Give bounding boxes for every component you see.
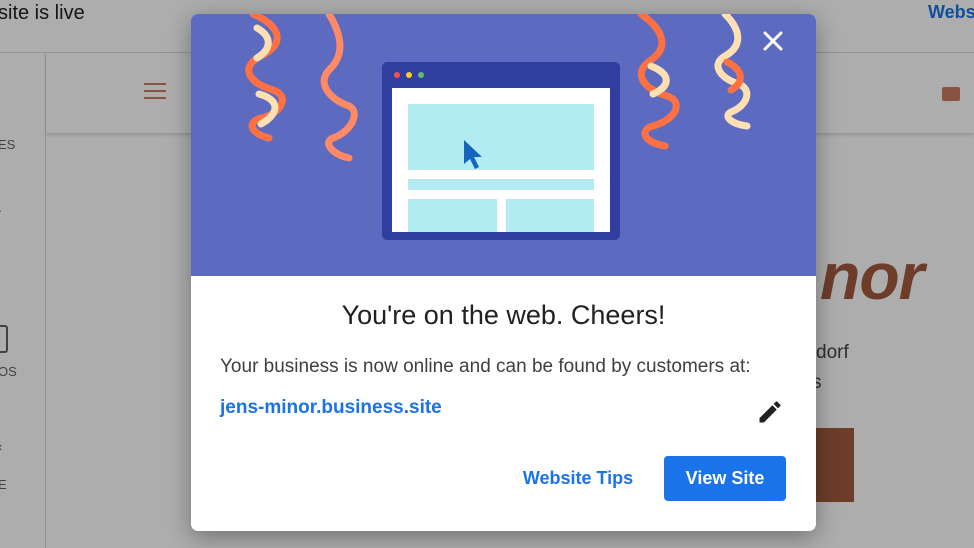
pencil-icon <box>759 401 781 423</box>
close-icon <box>763 31 783 51</box>
celebration-graphic <box>245 14 751 240</box>
dialog-title: You're on the web. Cheers! <box>341 300 666 330</box>
close-button[interactable] <box>762 30 792 60</box>
view-site-button[interactable]: View Site <box>664 456 786 501</box>
edit-url-button[interactable] <box>756 398 784 426</box>
website-tips-button[interactable]: Website Tips <box>512 456 644 500</box>
publish-success-dialog: You're on the web. Cheers! Your business… <box>191 14 816 531</box>
celebration-illustration <box>191 14 816 276</box>
site-url-link[interactable]: jens-minor.business.site <box>220 397 442 419</box>
dialog-message: Your business is now online and can be f… <box>220 356 751 377</box>
